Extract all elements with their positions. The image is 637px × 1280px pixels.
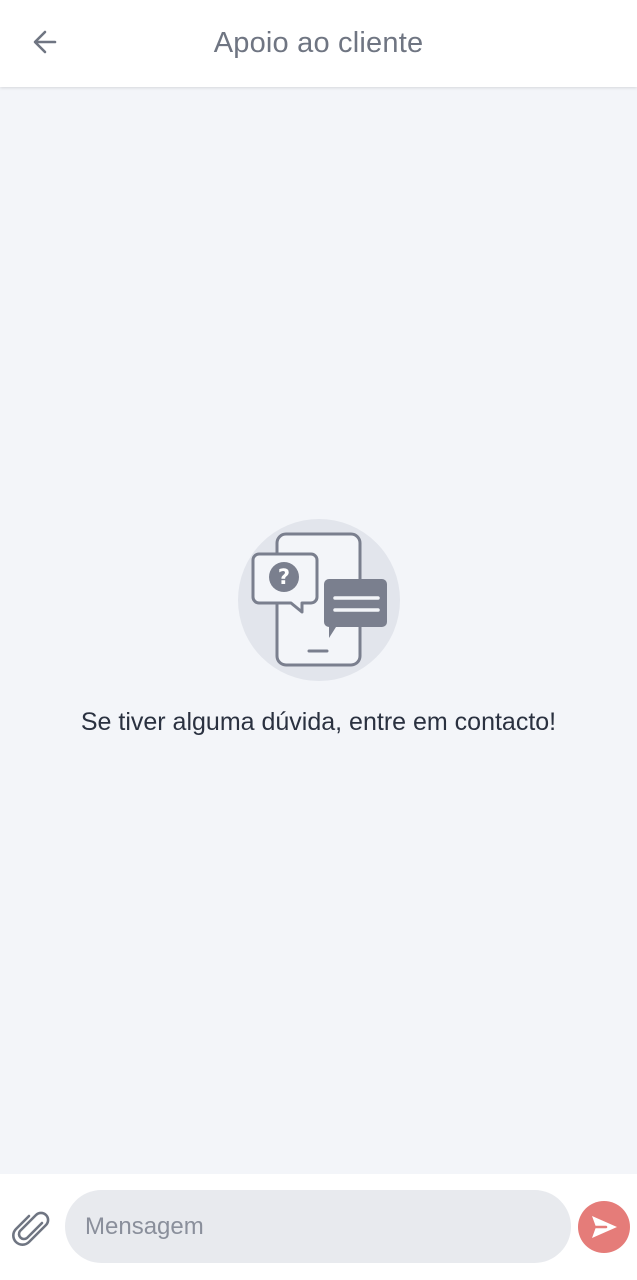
svg-text:?: ? <box>277 565 289 589</box>
send-icon <box>592 1216 617 1238</box>
page-title: Apoio ao cliente <box>213 27 424 59</box>
message-input[interactable] <box>65 1190 571 1263</box>
message-composer <box>0 1174 637 1280</box>
attach-button[interactable] <box>10 1207 54 1251</box>
support-chat-screen: Apoio ao cliente ? Se tiver alguma dúvid… <box>0 0 637 1280</box>
phone-chat-question-icon: ? <box>237 519 400 681</box>
empty-state-message: Se tiver alguma dúvida, entre em contact… <box>80 708 557 736</box>
empty-state: ? Se tiver alguma dúvida, entre em conta… <box>0 518 637 737</box>
paperclip-icon <box>12 1211 50 1246</box>
send-button[interactable] <box>578 1201 630 1253</box>
app-header: Apoio ao cliente <box>0 0 637 87</box>
